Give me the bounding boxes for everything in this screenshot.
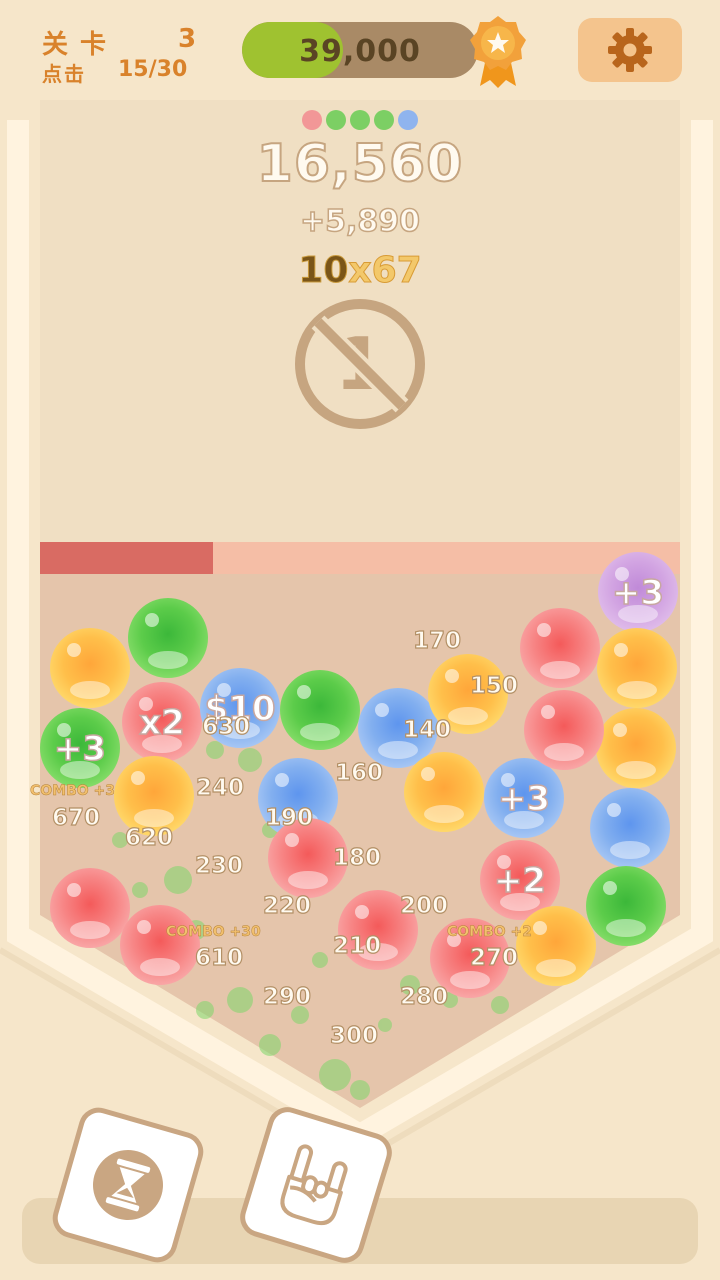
ball-label: x2: [139, 703, 185, 743]
points-popup: 230: [194, 852, 244, 879]
combo-popup: COMBO +3: [30, 783, 116, 800]
points-popup: 160: [334, 759, 384, 786]
points-popup: 620: [124, 824, 174, 851]
combo-popup: COMBO +30: [166, 924, 261, 941]
points-popup: 170: [412, 627, 462, 654]
points-popup: 200: [399, 892, 449, 919]
rock-hand-icon: [280, 1144, 348, 1226]
ball-red[interactable]: [120, 905, 200, 985]
ball-red[interactable]: [50, 868, 130, 948]
points-popup: 300: [329, 1022, 379, 1049]
combo-popup: COMBO +2: [447, 924, 533, 941]
points-popup: 190: [264, 804, 314, 831]
points-popup: 290: [262, 983, 312, 1010]
ball-pit: +3x2 $10+3+3+2: [40, 552, 678, 1100]
ball-label: +3: [498, 779, 550, 819]
ball-green[interactable]: [128, 598, 208, 678]
points-popup: 280: [399, 983, 449, 1010]
points-popup: 180: [332, 844, 382, 871]
ball-label: +2: [494, 861, 546, 901]
points-popup: 630: [201, 713, 251, 740]
points-popup: 140: [402, 716, 452, 743]
points-popup: 670: [51, 804, 101, 831]
points-popup: 210: [332, 932, 382, 959]
ball-label: +3: [612, 573, 664, 613]
ball-red[interactable]: [524, 690, 604, 770]
ball-orange[interactable]: [404, 752, 484, 832]
ball-blue[interactable]: [590, 788, 670, 868]
ball-orange[interactable]: [114, 756, 194, 836]
ball-label: +3: [54, 729, 106, 769]
hourglass-icon: [93, 1150, 163, 1220]
ball-orange[interactable]: [596, 708, 676, 788]
points-popup: 220: [262, 892, 312, 919]
points-popup: 270: [469, 944, 519, 971]
ball-orange[interactable]: [597, 628, 677, 708]
ball-green[interactable]: [586, 866, 666, 946]
points-popup: 150: [469, 672, 519, 699]
ball-red[interactable]: [520, 608, 600, 688]
points-popup: 610: [194, 944, 244, 971]
points-popup: 240: [195, 774, 245, 801]
ball-orange[interactable]: [50, 628, 130, 708]
ball-orange[interactable]: [516, 906, 596, 986]
ball-green[interactable]: [280, 670, 360, 750]
